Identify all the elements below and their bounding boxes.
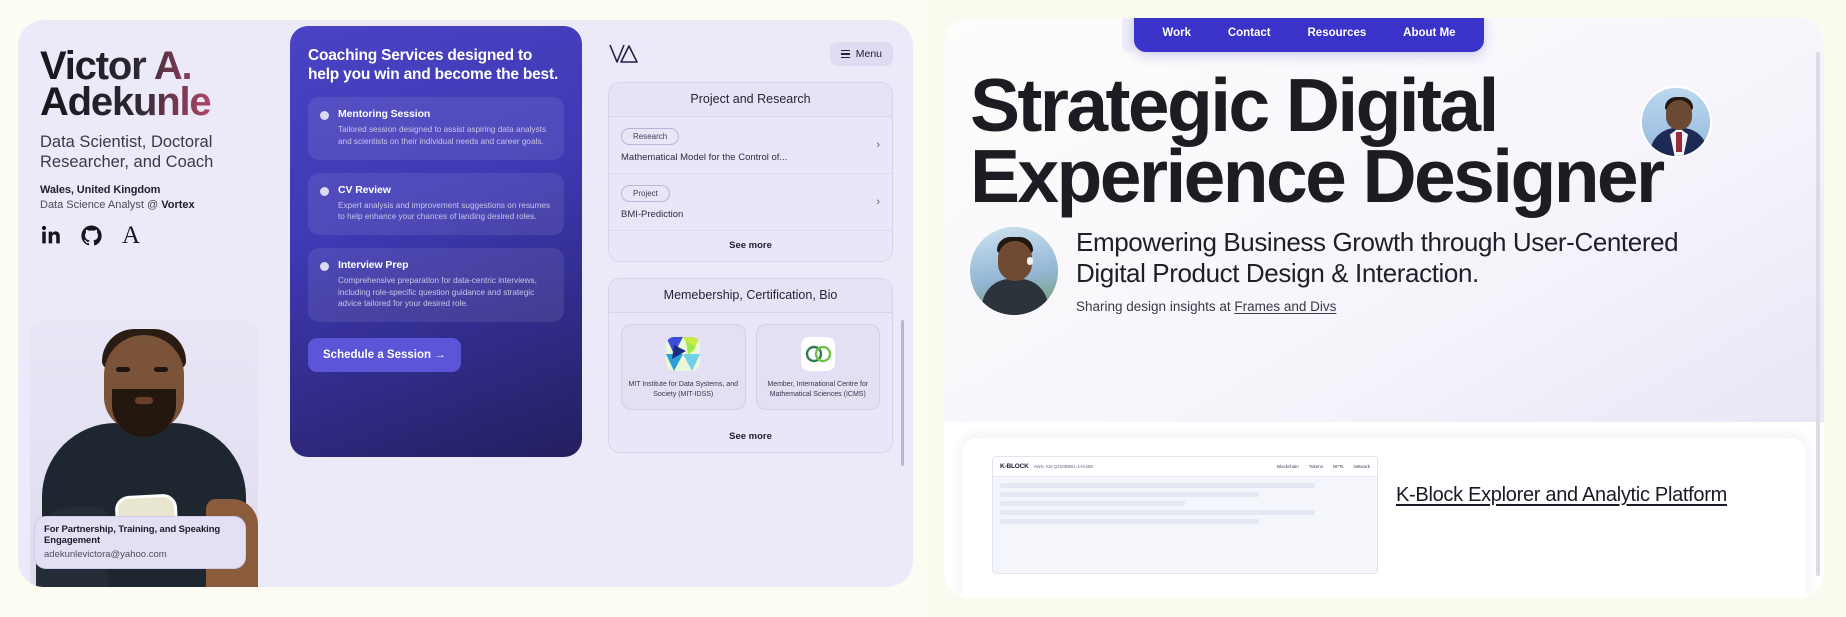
company-name: Vortex — [161, 199, 195, 212]
company-text: Data Science Analyst @ Vortex — [40, 199, 290, 211]
project-type-chip: Project — [621, 185, 670, 202]
mock-nav-item: Tokens — [1308, 464, 1323, 469]
project-type-chip: Research — [621, 128, 680, 145]
bullet-dot-icon — [320, 262, 329, 271]
right-designer-card: Work Contact Resources About Me Strategi… — [944, 18, 1824, 598]
certification-caption: MIT Institute for Data Systems, and Soci… — [628, 381, 739, 398]
schedule-session-button[interactable]: Schedule a Session → — [308, 337, 461, 372]
right-designer-pane: Work Contact Resources About Me Strategi… — [930, 0, 1846, 617]
mock-nav-item: Network — [1353, 464, 1370, 469]
service-card-mentoring[interactable]: Mentoring Session Tailored session desig… — [308, 97, 564, 160]
service-title: Interview Prep — [338, 259, 409, 271]
bullet-dot-icon — [320, 186, 329, 196]
project-name: BMI-Prediction — [621, 209, 684, 220]
bullet-dot-icon — [320, 111, 329, 121]
mit-idss-logo-icon — [666, 337, 701, 371]
hero-section: Work Contact Resources About Me Strategi… — [944, 18, 1824, 422]
projects-header: Menu — [608, 42, 893, 66]
memberships-see-more-link[interactable]: See more — [609, 422, 892, 452]
memberships-panel: Memebership, Certification, Bio MIT Inst… — [608, 278, 893, 454]
identity-column: Victor A. Adekunle Data Scientist, Docto… — [18, 20, 290, 587]
hamburger-icon — [840, 49, 850, 59]
left-portfolio-card: Victor A. Adekunle Data Scientist, Docto… — [18, 20, 913, 587]
service-description: Comprehensive preparation for data-centr… — [338, 276, 537, 309]
name-second-line: Adekunle — [40, 82, 290, 122]
mock-logo-text: K-BLOCK — [1000, 463, 1029, 470]
memberships-body: MIT Institute for Data Systems, and Soci… — [609, 313, 892, 453]
mock-nav-item: Blockchain — [1276, 464, 1299, 469]
linkedin-icon[interactable] — [40, 224, 62, 246]
contact-card[interactable]: For Partnership, Training, and Speaking … — [34, 516, 246, 569]
projects-panel-title: Project and Research — [609, 83, 892, 117]
avatar-secondary — [970, 227, 1058, 315]
company-prefix: Data Science Analyst @ — [40, 199, 162, 212]
projects-column: Menu Project and Research Research Mathe… — [582, 20, 913, 587]
chevron-right-icon: › — [876, 196, 880, 208]
mock-subtitle-text: AWS: KB-Q420B8B1-4-KUBE — [1033, 464, 1094, 469]
list-item[interactable]: Research Mathematical Model for the Cont… — [609, 117, 892, 174]
contact-card-title: For Partnership, Training, and Speaking … — [44, 524, 221, 546]
hero-subsection: Empowering Business Growth through User-… — [970, 211, 1798, 315]
medium-icon[interactable]: A — [120, 223, 142, 248]
sharing-prefix: Sharing design insights at — [1076, 299, 1235, 315]
chevron-right-icon: › — [876, 139, 880, 151]
service-description: Tailored session designed to assist aspi… — [338, 125, 546, 147]
avatar — [1640, 86, 1712, 158]
menu-label: Menu — [855, 48, 882, 60]
service-title: CV Review — [338, 183, 391, 196]
projects-see-more-link[interactable]: See more — [609, 231, 892, 261]
subheadline-line-2: Digital Product Design & Interaction. — [1076, 258, 1479, 289]
sharing-note: Sharing design insights at Frames and Di… — [1076, 299, 1678, 314]
page-scrollbar[interactable] — [1816, 52, 1820, 576]
mock-nav: Blockchain Tokens NFTs Network — [1277, 464, 1370, 469]
projects-panel: Project and Research Research Mathematic… — [608, 82, 893, 262]
va-logo-icon — [608, 42, 642, 66]
page-title: Victor A. Adekunle — [40, 46, 290, 122]
social-links: A — [40, 223, 290, 248]
service-card-interview-prep[interactable]: Interview Prep Comprehensive preparation… — [308, 248, 564, 322]
memberships-panel-title: Memebership, Certification, Bio — [609, 279, 892, 313]
work-showcase-strip: K-BLOCK AWS: KB-Q420B8B1-4-KUBE Blockcha… — [962, 438, 1806, 598]
role-subtitle: Data Scientist, Doctoral Researcher, and… — [40, 133, 214, 172]
certification-caption: Member, International Centre for Mathema… — [767, 381, 869, 398]
left-portfolio-pane: Victor A. Adekunle Data Scientist, Docto… — [0, 0, 930, 617]
certification-card-mit[interactable]: MIT Institute for Data Systems, and Soci… — [621, 324, 746, 411]
list-item[interactable]: Project BMI-Prediction › — [609, 174, 892, 231]
service-description: Expert analysis and improvement suggesti… — [338, 200, 551, 222]
mock-browser-body — [993, 477, 1377, 534]
projects-scrollbar[interactable] — [901, 320, 904, 466]
sharing-link[interactable]: Frames and Divs — [1234, 299, 1336, 314]
dual-portfolio-preview: Victor A. Adekunle Data Scientist, Docto… — [0, 0, 1846, 617]
projects-list: Research Mathematical Model for the Cont… — [609, 117, 892, 261]
menu-button[interactable]: Menu — [829, 42, 893, 66]
service-title: Mentoring Session — [338, 108, 431, 121]
coaching-title: Coaching Services designed to help you w… — [308, 47, 559, 84]
mock-browser-bar: K-BLOCK AWS: KB-Q420B8B1-4-KUBE Blockcha… — [993, 457, 1377, 477]
work-preview-thumbnail[interactable]: K-BLOCK AWS: KB-Q420B8B1-4-KUBE Blockcha… — [992, 456, 1378, 574]
mock-nav-item: NFTs — [1332, 464, 1344, 469]
contact-email[interactable]: adekunlevictora@yahoo.com — [44, 549, 236, 560]
icms-logo-icon — [800, 337, 835, 371]
location-text: Wales, United Kingdom — [40, 184, 161, 197]
subheadline-line-1: Empowering Business Growth through User-… — [1076, 227, 1679, 257]
work-item-title[interactable]: K-Block Explorer and Analytic Platform — [1396, 456, 1727, 507]
service-card-cv-review[interactable]: CV Review Expert analysis and improvemen… — [308, 172, 564, 235]
certification-grid: MIT Institute for Data Systems, and Soci… — [609, 313, 892, 422]
project-name: Mathematical Model for the Control of... — [621, 152, 788, 163]
certification-card-icms[interactable]: Member, International Centre for Mathema… — [755, 324, 880, 411]
github-icon[interactable] — [80, 224, 102, 246]
hero-subheadline: Empowering Business Growth through User-… — [1076, 227, 1679, 289]
coaching-services-panel: Coaching Services designed to help you w… — [290, 26, 582, 457]
